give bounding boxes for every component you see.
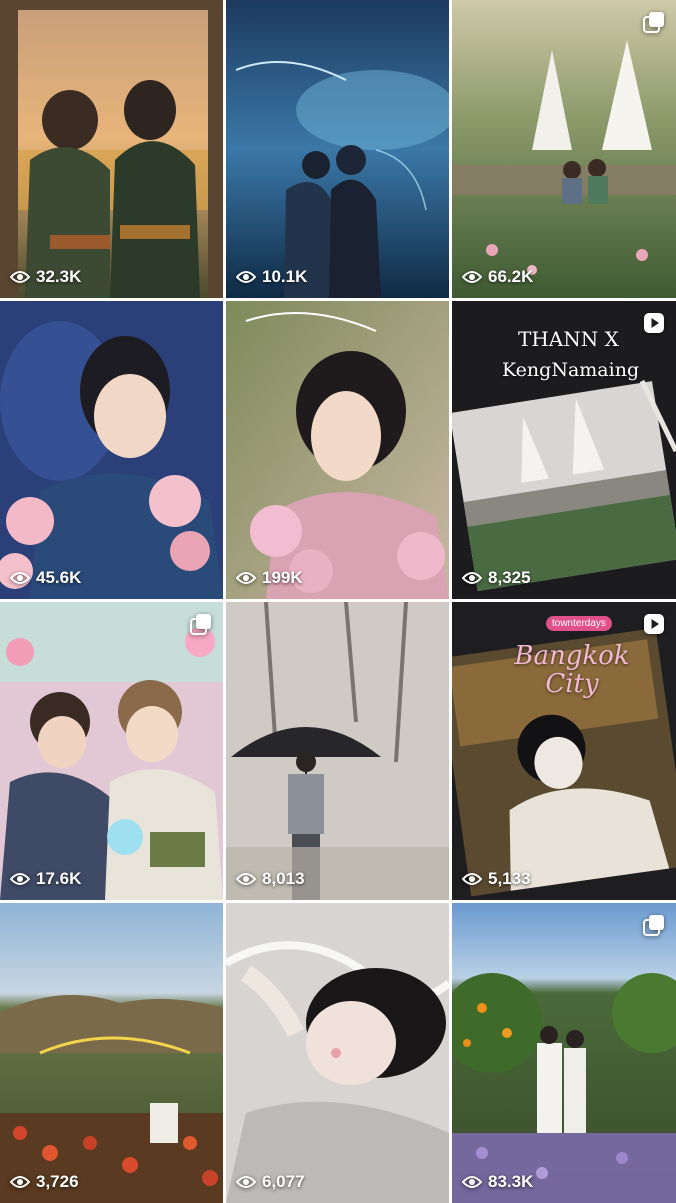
eye-icon <box>462 873 482 885</box>
post-tile-8[interactable]: 8,013 <box>226 602 449 900</box>
view-count: 17.6K <box>10 869 81 889</box>
eye-icon <box>236 271 256 283</box>
multiple-posts-icon <box>643 915 664 936</box>
view-count-value: 8,013 <box>262 869 305 888</box>
view-count-value: 10.1K <box>262 267 308 286</box>
post-tag-label: townterdays <box>546 616 612 631</box>
post-caption-line-1: THANN X <box>518 327 619 351</box>
view-count: 8,325 <box>462 568 531 588</box>
post-tile-6[interactable]: THANN X KengNamaing 8,325 <box>452 301 676 599</box>
post-thumbnail <box>452 903 676 1203</box>
eye-icon <box>236 873 256 885</box>
post-tile-11[interactable]: 6,077 <box>226 903 449 1203</box>
post-thumbnail <box>226 602 449 900</box>
eye-icon <box>462 271 482 283</box>
post-tile-2[interactable]: 10.1K <box>226 0 449 298</box>
post-thumbnail <box>226 301 449 599</box>
eye-icon <box>462 1176 482 1188</box>
view-count-value: 66.2K <box>488 267 534 286</box>
eye-icon <box>10 271 30 283</box>
post-thumbnail <box>0 301 223 599</box>
view-count: 10.1K <box>236 267 307 287</box>
view-count: 199K <box>236 568 303 588</box>
view-count-value: 8,325 <box>488 568 531 587</box>
post-tile-9[interactable]: townterdays Bangkok City 5,133 <box>452 602 676 900</box>
reel-play-icon <box>644 614 664 634</box>
post-thumbnail <box>452 0 676 298</box>
view-count-value: 32.3K <box>36 267 82 286</box>
eye-icon <box>236 572 256 584</box>
view-count: 8,013 <box>236 869 305 889</box>
eye-icon <box>10 572 30 584</box>
view-count: 3,726 <box>10 1172 79 1192</box>
post-tile-12[interactable]: 83.3K <box>452 903 676 1203</box>
view-count: 6,077 <box>236 1172 305 1192</box>
view-count-value: 45.6K <box>36 568 82 587</box>
post-caption-line-2: KengNamaing <box>502 359 640 381</box>
view-count: 66.2K <box>462 267 533 287</box>
post-thumbnail <box>0 903 223 1203</box>
post-thumbnail <box>0 0 223 298</box>
profile-post-grid: 32.3K 10.1K 66.2K 45.6K 199K THANN X Ken… <box>0 0 676 1203</box>
eye-icon <box>236 1176 256 1188</box>
reel-play-icon <box>644 313 664 333</box>
post-tile-10[interactable]: 3,726 <box>0 903 223 1203</box>
view-count: 83.3K <box>462 1172 533 1192</box>
post-thumbnail <box>226 903 449 1203</box>
view-count-value: 199K <box>262 568 303 587</box>
post-thumbnail <box>226 0 449 298</box>
view-count-value: 17.6K <box>36 869 82 888</box>
view-count-value: 3,726 <box>36 1172 79 1191</box>
view-count: 45.6K <box>10 568 81 588</box>
post-tile-4[interactable]: 45.6K <box>0 301 223 599</box>
post-thumbnail <box>0 602 223 900</box>
eye-icon <box>462 572 482 584</box>
post-caption: Bangkok City <box>514 641 630 699</box>
view-count-value: 5,133 <box>488 869 531 888</box>
view-count: 5,133 <box>462 869 531 889</box>
post-tile-3[interactable]: 66.2K <box>452 0 676 298</box>
view-count: 32.3K <box>10 267 81 287</box>
eye-icon <box>10 1176 30 1188</box>
view-count-value: 83.3K <box>488 1172 534 1191</box>
view-count-value: 6,077 <box>262 1172 305 1191</box>
eye-icon <box>10 873 30 885</box>
post-tile-7[interactable]: 17.6K <box>0 602 223 900</box>
multiple-posts-icon <box>190 614 211 635</box>
multiple-posts-icon <box>643 12 664 33</box>
post-tile-5[interactable]: 199K <box>226 301 449 599</box>
post-tile-1[interactable]: 32.3K <box>0 0 223 298</box>
